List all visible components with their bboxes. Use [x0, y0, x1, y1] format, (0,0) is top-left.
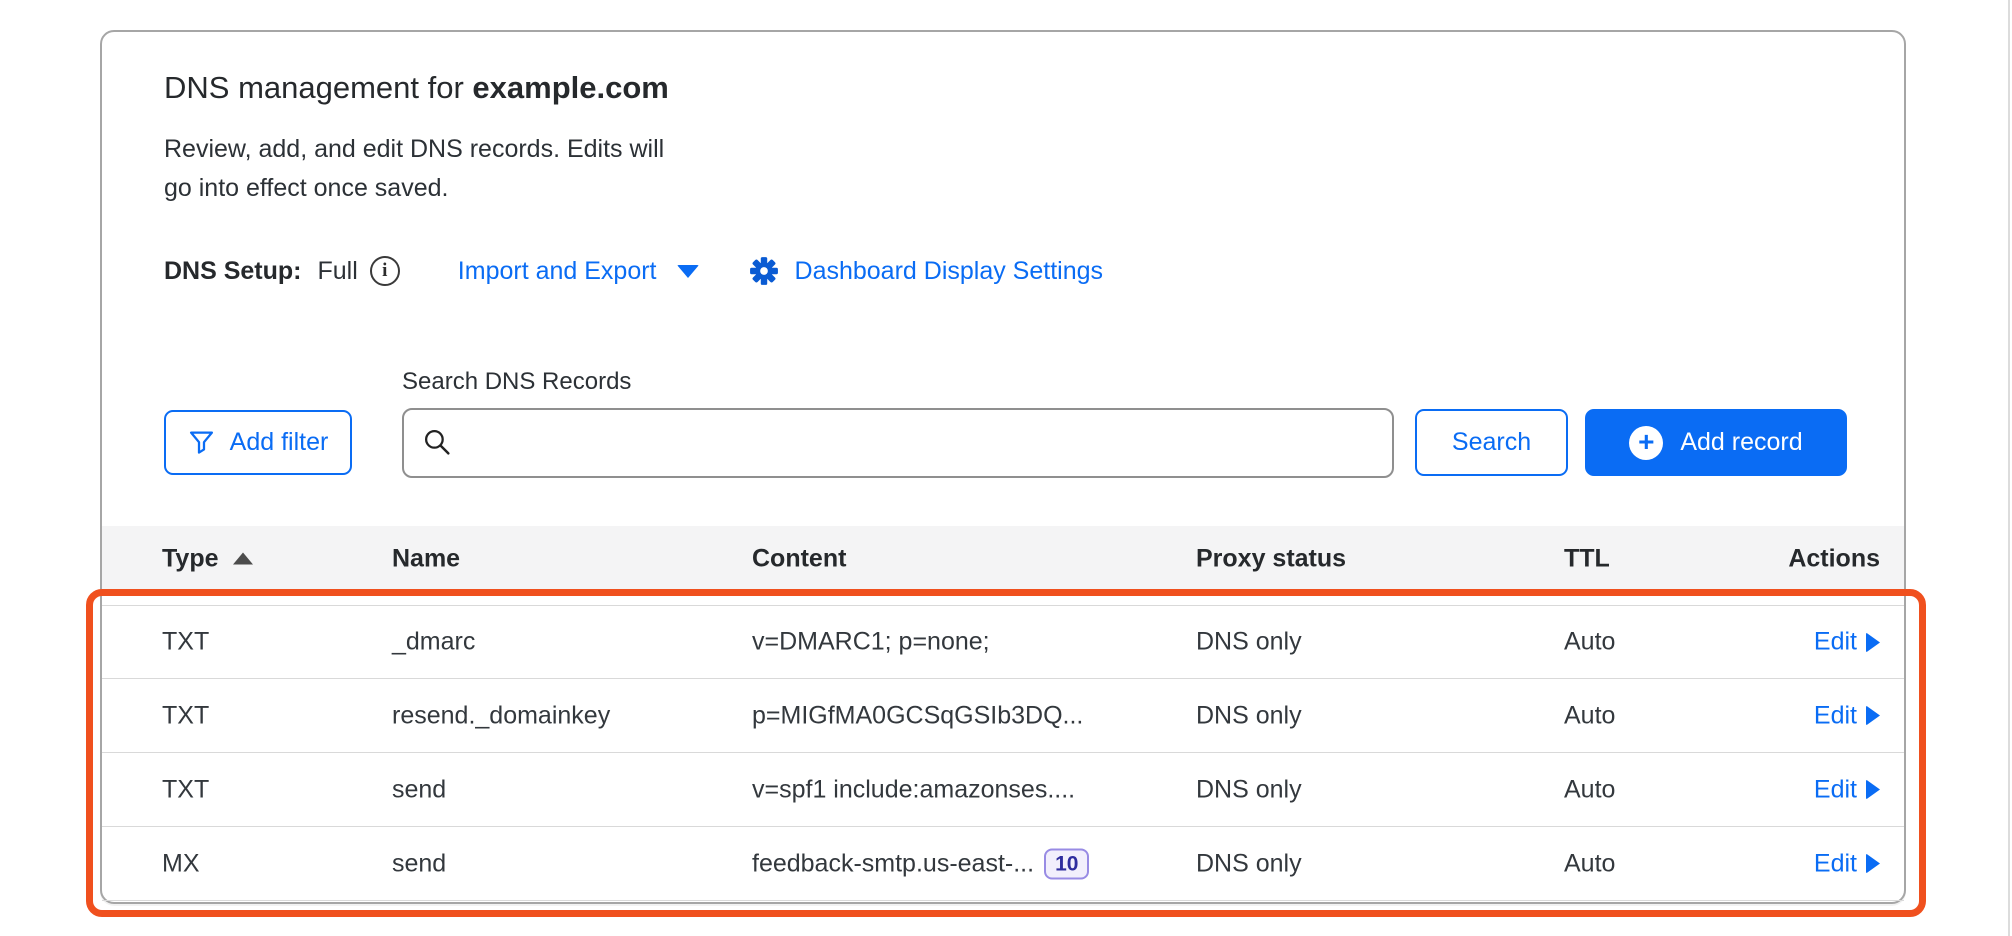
- cell-type: TXT: [162, 701, 209, 730]
- info-icon-glyph: i: [382, 260, 387, 282]
- page-subtitle: Review, add, and edit DNS records. Edits…: [164, 130, 664, 208]
- edit-record-link[interactable]: Edit: [1814, 628, 1880, 657]
- sort-ascending-icon: [233, 553, 253, 565]
- dns-setup-label: DNS Setup:: [164, 257, 302, 286]
- column-header-actions: Actions: [1788, 544, 1880, 573]
- cell-name: send: [392, 849, 446, 878]
- cell-content: p=MIGfMA0GCSqGSIb3DQ...: [752, 701, 1083, 730]
- page-subtitle-line2: go into effect once saved.: [164, 169, 664, 208]
- chevron-down-icon: [677, 265, 699, 278]
- edit-link-label: Edit: [1814, 775, 1857, 804]
- search-field-wrap: [402, 408, 1394, 478]
- column-header-name[interactable]: Name: [392, 544, 460, 573]
- table-row: TXT resend._domainkey p=MIGfMA0GCSqGSIb3…: [102, 679, 1904, 753]
- column-header-type[interactable]: Type: [162, 544, 253, 573]
- dns-management-page: DNS management for example.com Review, a…: [0, 0, 2012, 936]
- cell-name: send: [392, 775, 446, 804]
- add-record-label: Add record: [1680, 428, 1802, 457]
- filter-funnel-icon: [188, 429, 215, 456]
- cell-proxy-status: DNS only: [1196, 628, 1302, 657]
- dashboard-display-settings-link[interactable]: Dashboard Display Settings: [749, 256, 1104, 286]
- add-record-button[interactable]: + Add record: [1585, 409, 1847, 476]
- search-label: Search DNS Records: [402, 368, 631, 396]
- cell-proxy-status: DNS only: [1196, 849, 1302, 878]
- dns-setup-value: Full: [318, 257, 358, 286]
- import-export-label: Import and Export: [458, 257, 657, 286]
- info-icon[interactable]: i: [370, 256, 400, 286]
- page-right-edge: [2008, 0, 2010, 936]
- cell-ttl: Auto: [1564, 849, 1615, 878]
- edit-record-link[interactable]: Edit: [1814, 701, 1880, 730]
- column-header-content[interactable]: Content: [752, 544, 846, 573]
- table-body: TXT _dmarc v=DMARC1; p=none; DNS only Au…: [102, 605, 1904, 901]
- add-filter-button[interactable]: Add filter: [164, 410, 352, 475]
- edit-link-label: Edit: [1814, 628, 1857, 657]
- chevron-right-icon: [1866, 854, 1880, 874]
- plus-icon: +: [1629, 426, 1663, 460]
- edit-record-link[interactable]: Edit: [1814, 849, 1880, 878]
- cell-name: resend._domainkey: [392, 701, 610, 730]
- cell-content-text: feedback-smtp.us-east-...: [752, 849, 1034, 878]
- chevron-right-icon: [1866, 706, 1880, 726]
- page-title-domain: example.com: [472, 70, 668, 105]
- cell-ttl: Auto: [1564, 628, 1615, 657]
- edit-link-label: Edit: [1814, 701, 1857, 730]
- search-icon: [422, 427, 453, 463]
- plus-icon-glyph: +: [1638, 428, 1654, 456]
- column-header-ttl[interactable]: TTL: [1564, 544, 1610, 573]
- cell-proxy-status: DNS only: [1196, 775, 1302, 804]
- cell-ttl: Auto: [1564, 701, 1615, 730]
- page-subtitle-line1: Review, add, and edit DNS records. Edits…: [164, 130, 664, 169]
- dns-management-card: DNS management for example.com Review, a…: [100, 30, 1906, 904]
- dashboard-display-settings-label: Dashboard Display Settings: [795, 257, 1104, 286]
- cell-content: feedback-smtp.us-east-... 10: [752, 848, 1089, 879]
- search-button-label: Search: [1452, 428, 1531, 457]
- page-title: DNS management for example.com: [164, 68, 669, 108]
- cell-type: TXT: [162, 775, 209, 804]
- edit-record-link[interactable]: Edit: [1814, 775, 1880, 804]
- table-row: TXT send v=spf1 include:amazonses.... DN…: [102, 753, 1904, 827]
- cell-name: _dmarc: [392, 628, 475, 657]
- page-title-prefix: DNS management for: [164, 70, 472, 105]
- cell-content: v=spf1 include:amazonses....: [752, 775, 1075, 804]
- table-header-row: Type Name Content Proxy status TTL Actio…: [102, 526, 1904, 591]
- chevron-right-icon: [1866, 632, 1880, 652]
- dns-setup-row: DNS Setup: Full i Import and Export: [164, 250, 1103, 292]
- table-row: MX send feedback-smtp.us-east-... 10 DNS…: [102, 827, 1904, 901]
- column-header-proxy-status[interactable]: Proxy status: [1196, 544, 1346, 573]
- table-row: TXT _dmarc v=DMARC1; p=none; DNS only Au…: [102, 605, 1904, 679]
- import-export-link[interactable]: Import and Export: [458, 257, 699, 286]
- column-header-type-label: Type: [162, 544, 219, 573]
- cell-type: TXT: [162, 628, 209, 657]
- edit-link-label: Edit: [1814, 849, 1857, 878]
- search-button[interactable]: Search: [1415, 409, 1568, 476]
- cell-proxy-status: DNS only: [1196, 701, 1302, 730]
- cell-content: v=DMARC1; p=none;: [752, 628, 990, 657]
- cell-ttl: Auto: [1564, 775, 1615, 804]
- add-filter-label: Add filter: [230, 428, 329, 457]
- gear-icon: [749, 256, 779, 286]
- cell-type: MX: [162, 849, 200, 878]
- mx-priority-badge: 10: [1044, 848, 1089, 879]
- chevron-right-icon: [1866, 780, 1880, 800]
- search-input[interactable]: [402, 408, 1394, 478]
